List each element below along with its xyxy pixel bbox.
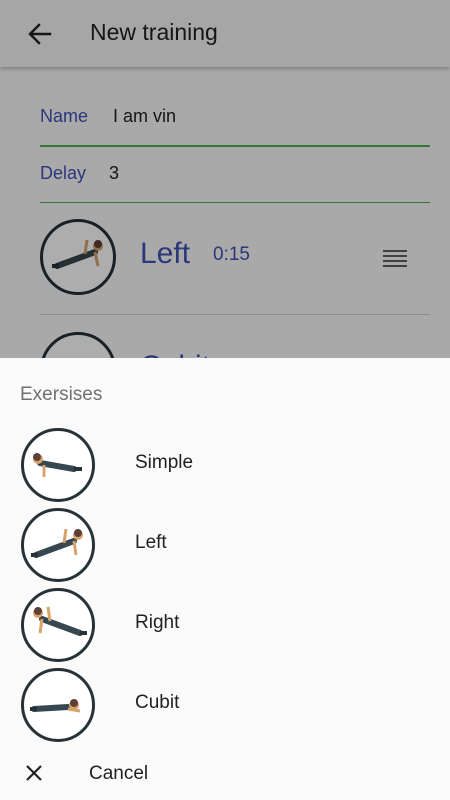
close-icon [26, 765, 42, 781]
sheet-item-simple[interactable]: Simple [0, 426, 450, 504]
side-plank-right-icon [21, 588, 95, 662]
modal-scrim[interactable] [0, 0, 450, 358]
sheet-item-label: Left [135, 532, 167, 553]
forearm-plank-icon [21, 668, 95, 742]
sheet-item-right[interactable]: Right [0, 586, 450, 664]
sheet-item-label: Cubit [135, 692, 180, 713]
cancel-button[interactable]: Cancel [0, 755, 450, 795]
sheet-item-cubit[interactable]: Cubit [0, 666, 450, 744]
plank-simple-icon [21, 428, 95, 502]
cancel-label: Cancel [89, 763, 149, 784]
sheet-item-label: Simple [135, 452, 194, 473]
side-plank-left-icon [21, 508, 95, 582]
exercises-bottom-sheet: Exersises Simple Left Right Cubit Cancel [0, 358, 450, 800]
sheet-title: Exersises [20, 384, 103, 405]
sheet-item-label: Right [135, 612, 180, 633]
sheet-item-left[interactable]: Left [0, 506, 450, 584]
